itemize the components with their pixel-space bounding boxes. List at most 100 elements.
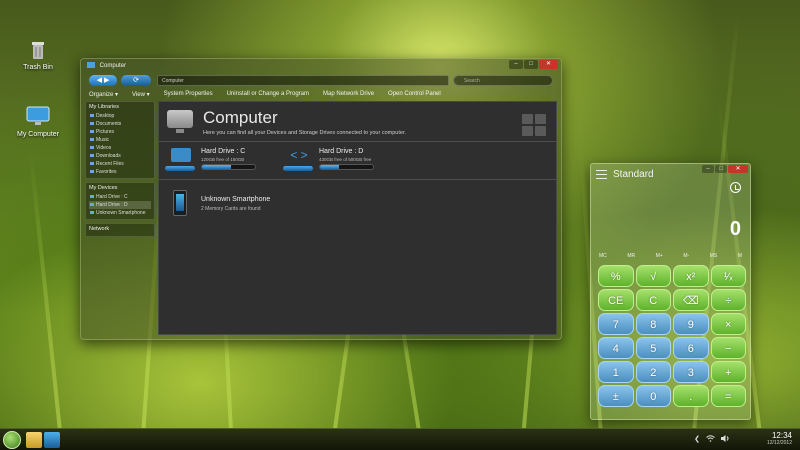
navigation-pane: My Libraries Desktop Documents Pictures …: [85, 101, 155, 335]
desktop-icon-label: My Computer: [16, 131, 59, 138]
title-bar[interactable]: Computer – □ ✕: [81, 59, 561, 73]
view-tiles-icon[interactable]: [522, 114, 546, 136]
multiply-button[interactable]: ×: [710, 313, 746, 335]
sidebar-item-smartphone[interactable]: Unknown Smartphone: [89, 209, 151, 217]
square-button[interactable]: x²: [673, 265, 709, 287]
close-button[interactable]: ✕: [728, 165, 748, 173]
minimize-button[interactable]: –: [702, 165, 714, 173]
clock-time: 12:34: [771, 431, 792, 440]
search-input[interactable]: Search: [453, 75, 553, 86]
devices-header[interactable]: My Devices: [89, 185, 151, 193]
memory-list-button[interactable]: M: [738, 253, 742, 259]
back-button[interactable]: ◀ ▶: [89, 75, 117, 86]
digit-6-button[interactable]: 6: [673, 337, 709, 359]
clock[interactable]: 12:34 12/12/2012: [767, 431, 792, 446]
digit-5-button[interactable]: 5: [635, 337, 671, 359]
sidebar-item-recent-files[interactable]: Recent Files: [89, 160, 151, 168]
sidebar-item-favorites[interactable]: Favorites: [89, 168, 151, 176]
network-drive-icon: < >: [290, 148, 308, 162]
sidebar-item-desktop[interactable]: Desktop: [89, 112, 151, 120]
window-title: Computer: [99, 63, 127, 69]
volume-icon[interactable]: [721, 435, 730, 444]
file-explorer-taskbar-icon[interactable]: [26, 432, 42, 448]
drive-name: Hard Drive : D: [319, 148, 364, 155]
clear-button[interactable]: C: [635, 289, 671, 311]
show-hidden-icons-icon[interactable]: ❮: [694, 435, 700, 444]
sidebar-item-pictures[interactable]: Pictures: [89, 128, 151, 136]
drive-free-space: 120GB free of 150GB: [201, 157, 245, 162]
clear-entry-button[interactable]: CE: [598, 289, 634, 311]
page-subtitle: Here you can find all your Devices and S…: [203, 130, 406, 136]
network-header[interactable]: Network: [89, 226, 151, 234]
network-section[interactable]: Network: [85, 223, 155, 237]
memory-add-button[interactable]: M+: [656, 253, 663, 259]
command-toolbar: Organize ▾ View ▾ System Properties Unin…: [81, 89, 561, 101]
backspace-button[interactable]: ⌫: [673, 289, 709, 311]
decimal-button[interactable]: .: [673, 385, 709, 407]
devices-section: My Devices Hard Drive : C Hard Drive : D…: [85, 182, 155, 220]
close-button[interactable]: ✕: [539, 60, 558, 69]
square-root-button[interactable]: √: [635, 265, 671, 287]
digit-1-button[interactable]: 1: [598, 361, 634, 383]
drive-usage-bar: [319, 164, 374, 170]
drive-free-space: 430GB free of 500GB free: [319, 157, 372, 162]
clock-date: 12/12/2012: [766, 440, 792, 446]
sidebar-item-drive-c[interactable]: Hard Drive : C: [89, 193, 151, 201]
digit-3-button[interactable]: 3: [673, 361, 709, 383]
content-pane: Computer Here you can find all your Devi…: [158, 101, 557, 335]
taskbar: ❮ 12:34 12/12/2012: [0, 428, 800, 450]
drives-list: Hard Drive : C 120GB free of 150GB < > H…: [159, 142, 556, 180]
add-button[interactable]: +: [710, 361, 746, 383]
memory-store-button[interactable]: MS: [710, 253, 718, 259]
page-title: Computer: [203, 108, 278, 127]
percent-button[interactable]: %: [598, 265, 634, 287]
smartphone-icon: [173, 190, 187, 216]
digit-2-button[interactable]: 2: [635, 361, 671, 383]
memory-row: MC MR M+ M- MS M: [599, 253, 742, 259]
content-header: Computer Here you can find all your Devi…: [159, 102, 556, 142]
menu-icon[interactable]: [596, 170, 607, 179]
map-network-drive-button[interactable]: Map Network Drive: [323, 91, 374, 99]
sidebar-item-downloads[interactable]: Downloads: [89, 152, 151, 160]
recent-pages-button[interactable]: ⟳: [121, 75, 151, 86]
desktop-icon-my-computer[interactable]: My Computer: [8, 103, 68, 138]
equals-button[interactable]: =: [710, 385, 746, 407]
digit-8-button[interactable]: 8: [635, 313, 671, 335]
digit-4-button[interactable]: 4: [598, 337, 634, 359]
subtract-button[interactable]: −: [710, 337, 746, 359]
drive-item-d[interactable]: < > Hard Drive : D 430GB free of 500GB f…: [281, 148, 431, 176]
desktop-icon-trash[interactable]: Trash Bin: [8, 36, 68, 71]
negate-button[interactable]: ±: [598, 385, 634, 407]
view-menu[interactable]: View ▾: [132, 91, 150, 99]
monitor-icon: [25, 103, 51, 129]
memory-subtract-button[interactable]: M-: [683, 253, 689, 259]
computer-taskbar-icon[interactable]: [44, 432, 60, 448]
sidebar-item-drive-d[interactable]: Hard Drive : D: [89, 201, 151, 209]
digit-0-button[interactable]: 0: [635, 385, 671, 407]
system-tray: ❮: [694, 435, 730, 444]
sidebar-item-documents[interactable]: Documents: [89, 120, 151, 128]
maximize-button[interactable]: □: [524, 60, 538, 69]
divide-button[interactable]: ÷: [710, 289, 746, 311]
uninstall-program-button[interactable]: Uninstall or Change a Program: [227, 91, 309, 99]
organize-menu[interactable]: Organize ▾: [89, 91, 118, 99]
sidebar-item-videos[interactable]: Videos: [89, 144, 151, 152]
wifi-icon[interactable]: [706, 435, 715, 444]
memory-clear-button[interactable]: MC: [599, 253, 607, 259]
reciprocal-button[interactable]: ¹⁄ₓ: [710, 265, 746, 287]
maximize-button[interactable]: □: [715, 165, 727, 173]
explorer-window: Computer – □ ✕ ◀ ▶ ⟳ Computer Search Org…: [80, 58, 562, 340]
address-bar[interactable]: Computer: [157, 75, 449, 86]
memory-recall-button[interactable]: MR: [627, 253, 635, 259]
libraries-section: My Libraries Desktop Documents Pictures …: [85, 101, 155, 179]
digit-7-button[interactable]: 7: [598, 313, 634, 335]
system-properties-button[interactable]: System Properties: [164, 91, 213, 99]
sidebar-item-music[interactable]: Music: [89, 136, 151, 144]
minimize-button[interactable]: –: [509, 60, 523, 69]
navigation-bar: ◀ ▶ ⟳ Computer Search: [85, 74, 557, 88]
digit-9-button[interactable]: 9: [673, 313, 709, 335]
open-control-panel-button[interactable]: Open Control Panel: [388, 91, 441, 99]
libraries-header[interactable]: My Libraries: [89, 104, 151, 112]
start-button[interactable]: [3, 431, 21, 449]
history-icon[interactable]: [730, 182, 741, 193]
